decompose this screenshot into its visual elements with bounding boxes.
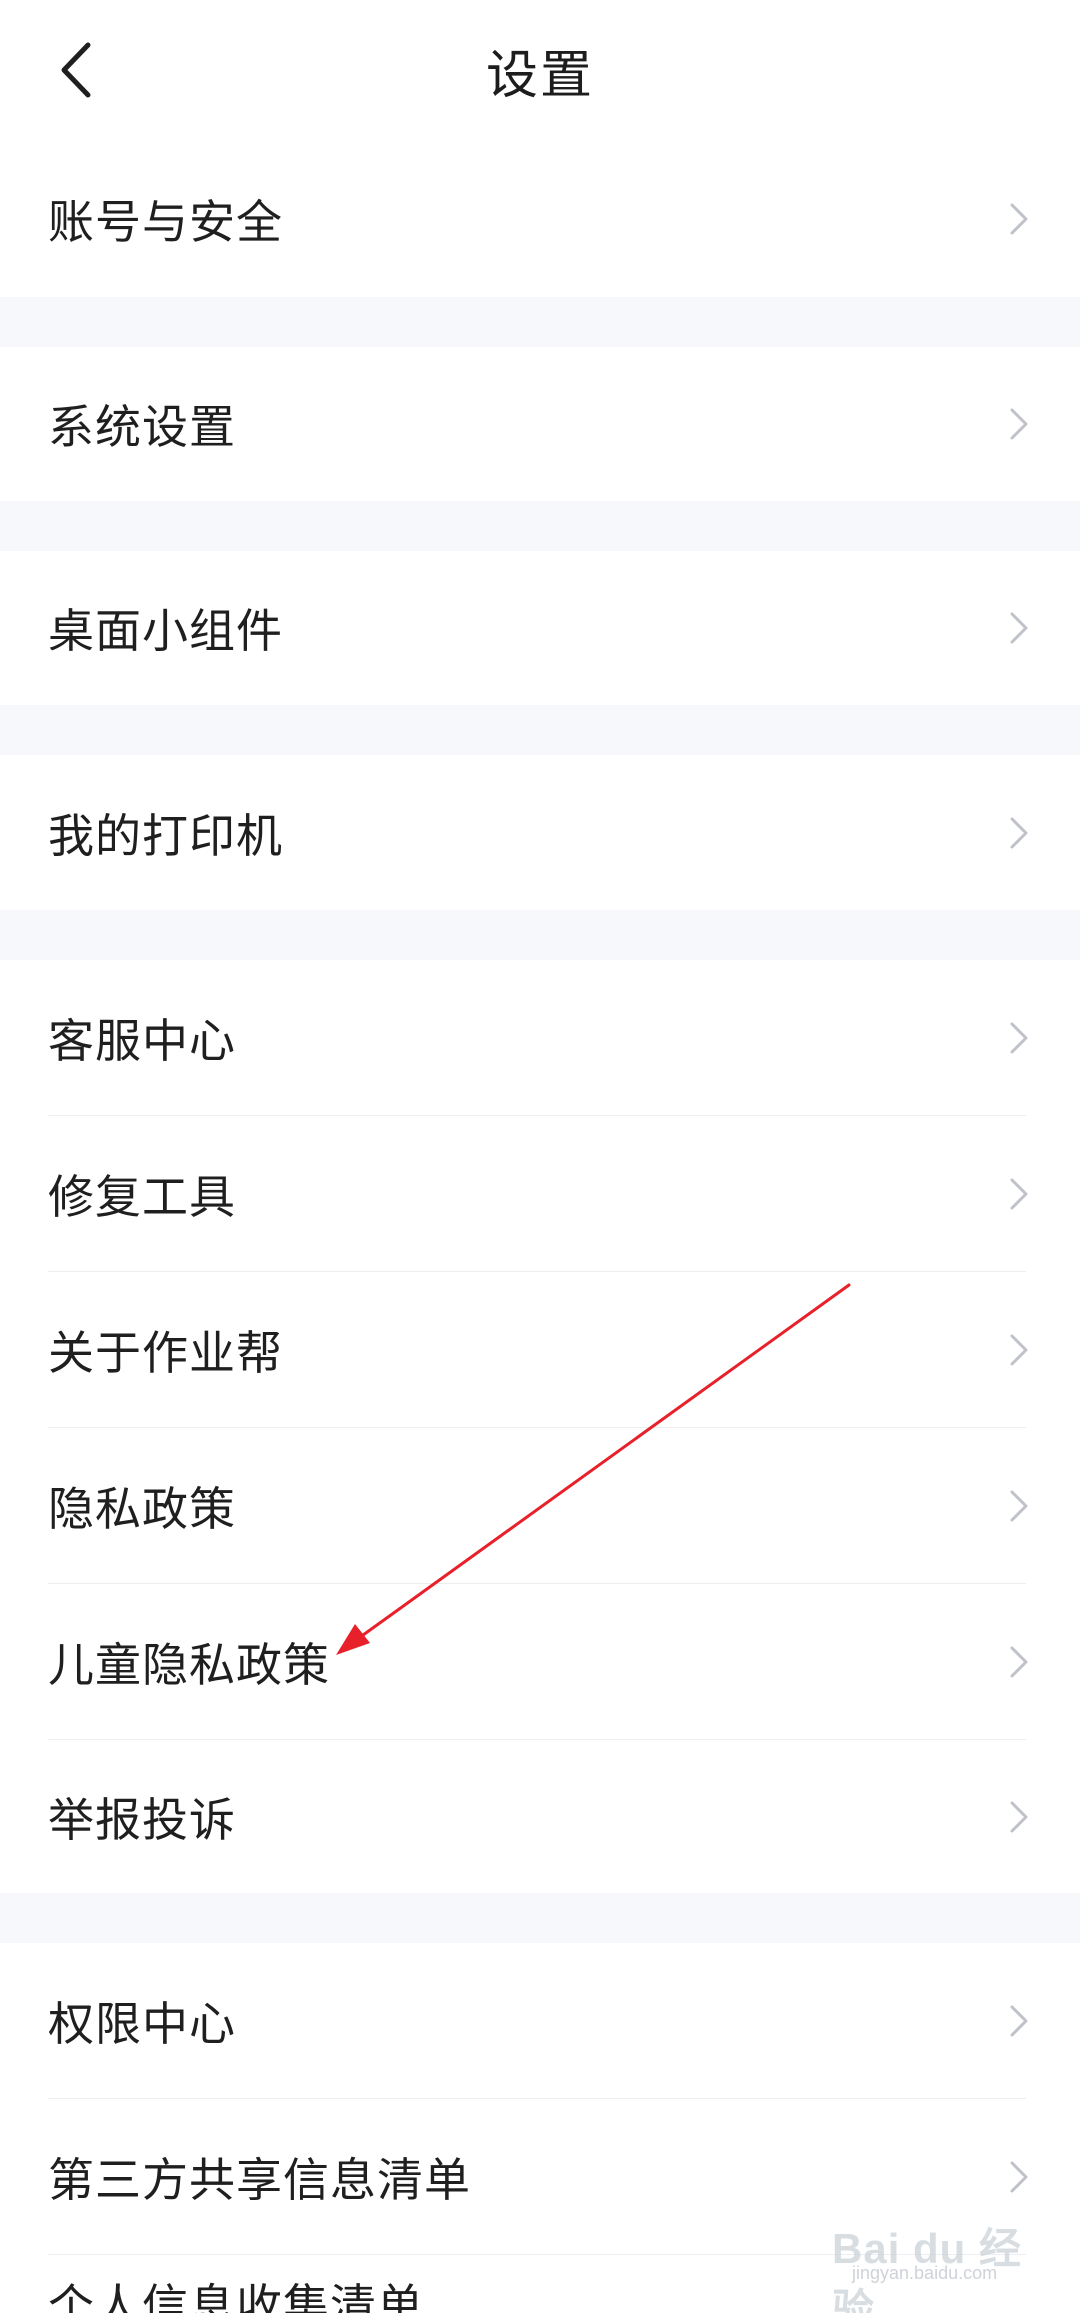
settings-item-label: 隐私政策 [48,1482,236,1536]
settings-item-label: 关于作业帮 [48,1326,283,1380]
settings-item-label: 系统设置 [48,400,236,454]
settings-item-label: 第三方共享信息清单 [48,2153,471,2207]
top-bar: 设置 [0,0,1080,142]
chevron-right-icon [1010,408,1028,440]
group-separator [0,910,1080,960]
settings-item-label: 举报投诉 [48,1792,236,1847]
group-separator [0,297,1080,347]
settings-item-label: 客服中心 [48,1014,236,1068]
group-separator [0,1893,1080,1943]
group-separator [0,501,1080,551]
settings-item-account-security[interactable]: 账号与安全 [0,141,1080,297]
chevron-right-icon [1010,1801,1028,1832]
settings-item-privacy-policy[interactable]: 隐私政策 [0,1428,1080,1584]
settings-item-report-complaint[interactable]: 举报投诉 [0,1740,1080,1893]
chevron-right-icon [1010,817,1028,848]
settings-item-system-settings[interactable]: 系统设置 [0,347,1080,501]
settings-item-label: 账号与安全 [48,195,283,249]
baidu-jingyan-watermark: Bai du 经验 jingyan.baidu.com [822,2185,1022,2313]
chevron-right-icon [1010,1178,1028,1210]
settings-item-label: 儿童隐私政策 [48,1638,330,1692]
settings-item-children-privacy-policy[interactable]: 儿童隐私政策 [0,1584,1080,1740]
chevron-right-icon [1010,1022,1028,1054]
settings-item-my-printer[interactable]: 我的打印机 [0,755,1080,910]
group-separator [0,705,1080,755]
settings-item-label: 个人信息收集清单 [48,2279,424,2313]
settings-item-permission-center[interactable]: 权限中心 [0,1943,1080,2099]
settings-item-repair-tool[interactable]: 修复工具 [0,1116,1080,1272]
chevron-right-icon [1010,2005,1028,2037]
settings-item-about[interactable]: 关于作业帮 [0,1272,1080,1428]
chevron-right-icon [1010,612,1028,644]
settings-item-label: 修复工具 [48,1170,236,1224]
chevron-right-icon [1010,1334,1028,1366]
settings-item-label: 我的打印机 [48,808,283,863]
settings-page: 设置 账号与安全 系统设置 桌面小组件 我的打印机 客服中心 修复工具 关于作业… [0,0,1080,2313]
chevron-right-icon [1010,1490,1028,1522]
chevron-right-icon [1010,203,1028,235]
page-title: 设置 [485,46,594,106]
settings-item-desktop-widgets[interactable]: 桌面小组件 [0,551,1080,705]
settings-item-label: 桌面小组件 [48,604,283,658]
settings-item-label: 权限中心 [48,1997,236,2051]
chevron-right-icon [1010,1646,1028,1678]
settings-item-customer-service[interactable]: 客服中心 [0,960,1080,1116]
watermark-url: jingyan.baidu.com [852,2263,998,2283]
